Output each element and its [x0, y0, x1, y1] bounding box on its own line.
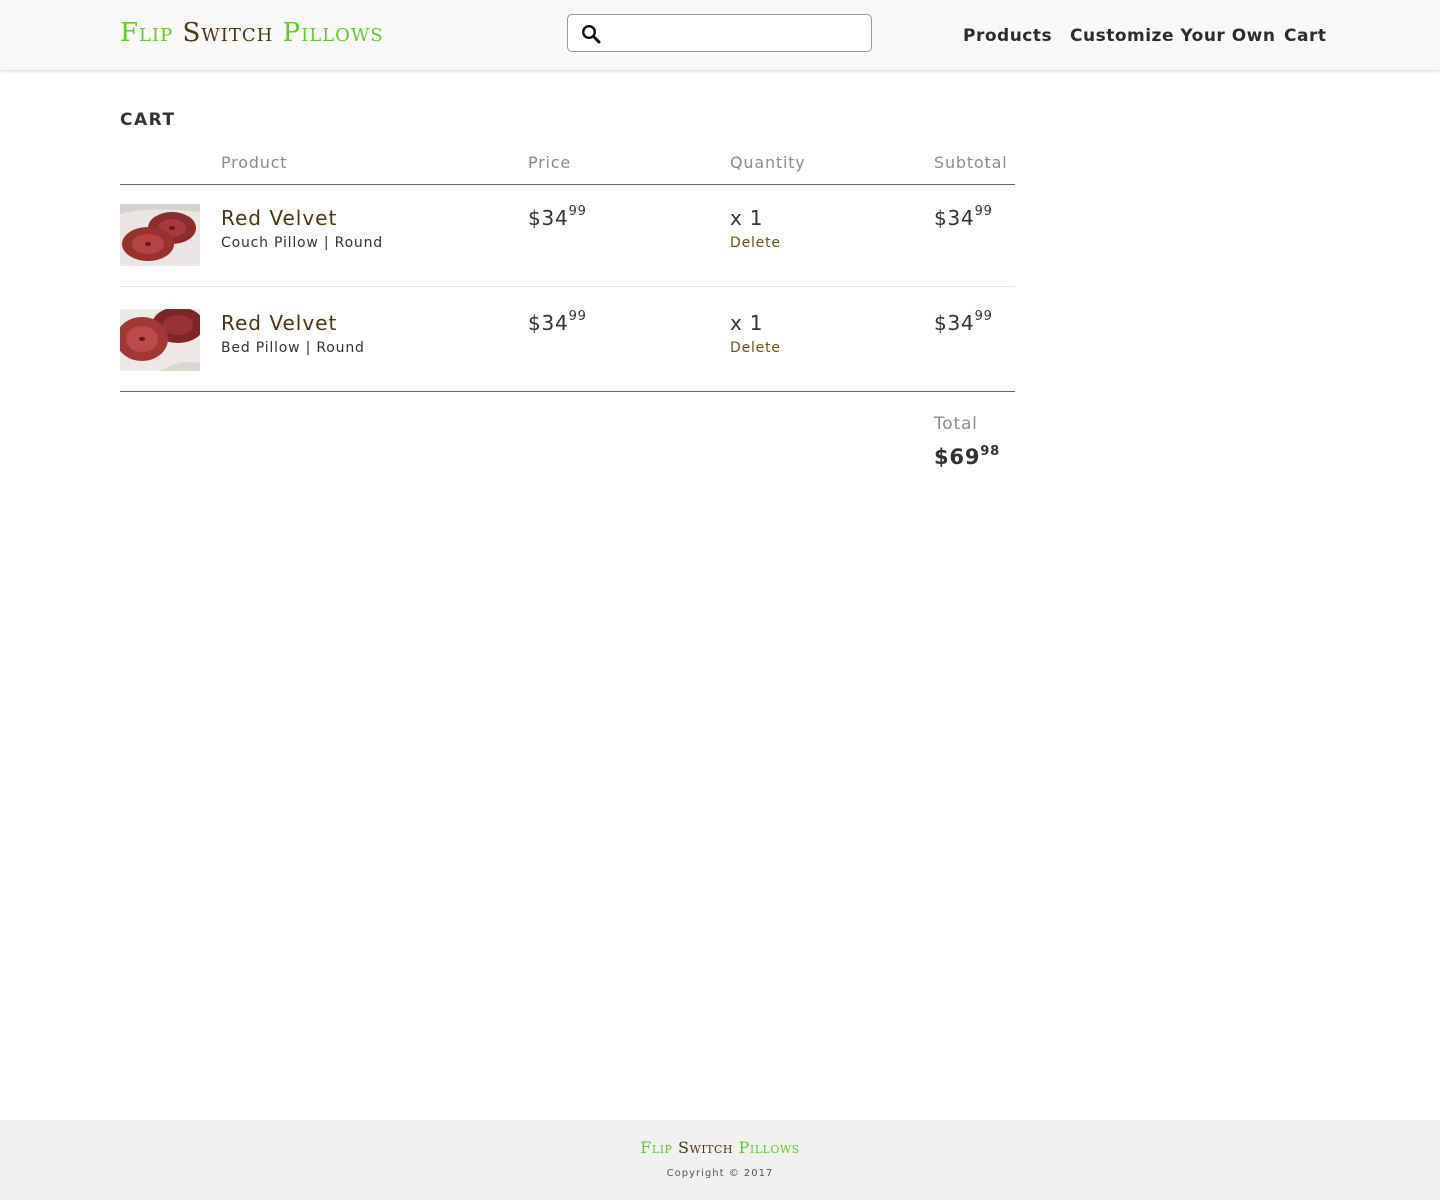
search-box[interactable]	[567, 14, 872, 52]
nav-cart[interactable]: Cart	[1284, 26, 1326, 46]
table-header-divider	[120, 184, 1015, 185]
column-header-quantity: Quantity	[730, 153, 806, 172]
delete-item-button[interactable]: Delete	[730, 340, 781, 356]
item-subtotal: $3499	[934, 204, 993, 230]
product-description: Couch Pillow | Round	[221, 235, 383, 251]
pillow-image	[120, 309, 200, 371]
site-logo[interactable]: Flip Switch Pillows	[120, 18, 384, 48]
search-input[interactable]	[612, 21, 866, 47]
delete-item-button[interactable]: Delete	[730, 235, 781, 251]
pillow-image	[120, 204, 200, 266]
site-footer: Flip Switch Pillows Copyright © 2017	[0, 1120, 1440, 1200]
price-dollars: $34	[528, 311, 569, 335]
item-price: $3499	[528, 204, 587, 230]
product-name[interactable]: Red Velvet	[221, 311, 337, 335]
item-price: $3499	[528, 309, 587, 335]
price-cents: 99	[568, 309, 587, 325]
item-quantity: x 1	[730, 311, 764, 335]
footer-logo-word-flip: Flip	[640, 1138, 673, 1157]
total-amount: $6998	[934, 444, 1000, 469]
item-quantity: x 1	[730, 206, 764, 230]
row-divider	[120, 286, 1015, 287]
column-header-subtotal: Subtotal	[934, 153, 1008, 172]
product-thumbnail[interactable]	[120, 204, 200, 266]
footer-logo[interactable]: Flip Switch Pillows	[0, 1138, 1440, 1157]
item-subtotal: $3499	[934, 309, 993, 335]
nav-products[interactable]: Products	[963, 26, 1052, 46]
copyright-text: Copyright © 2017	[666, 1168, 774, 1179]
price-cents: 99	[568, 204, 587, 220]
product-name[interactable]: Red Velvet	[221, 206, 337, 230]
search-icon	[581, 24, 601, 44]
table-footer-divider	[120, 391, 1015, 392]
total-label: Total	[934, 414, 978, 434]
footer-logo-word-switch: Switch	[678, 1138, 734, 1157]
total-cents: 98	[980, 444, 1000, 459]
nav-customize[interactable]: Customize Your Own	[1070, 26, 1275, 46]
logo-word-flip: Flip	[120, 18, 174, 48]
site-header: Flip Switch Pillows Products Customize Y…	[0, 0, 1440, 70]
subtotal-cents: 99	[974, 309, 993, 325]
product-thumbnail[interactable]	[120, 309, 200, 371]
subtotal-dollars: $34	[934, 311, 975, 335]
column-header-product: Product	[221, 153, 288, 172]
logo-word-switch: Switch	[182, 18, 274, 48]
column-header-price: Price	[528, 153, 572, 172]
page-title: CART	[120, 110, 176, 130]
subtotal-cents: 99	[974, 204, 993, 220]
subtotal-dollars: $34	[934, 206, 975, 230]
logo-word-pillows: Pillows	[282, 18, 384, 48]
price-dollars: $34	[528, 206, 569, 230]
product-description: Bed Pillow | Round	[221, 340, 365, 356]
total-dollars: $69	[934, 445, 981, 469]
footer-logo-word-pillows: Pillows	[738, 1138, 800, 1157]
